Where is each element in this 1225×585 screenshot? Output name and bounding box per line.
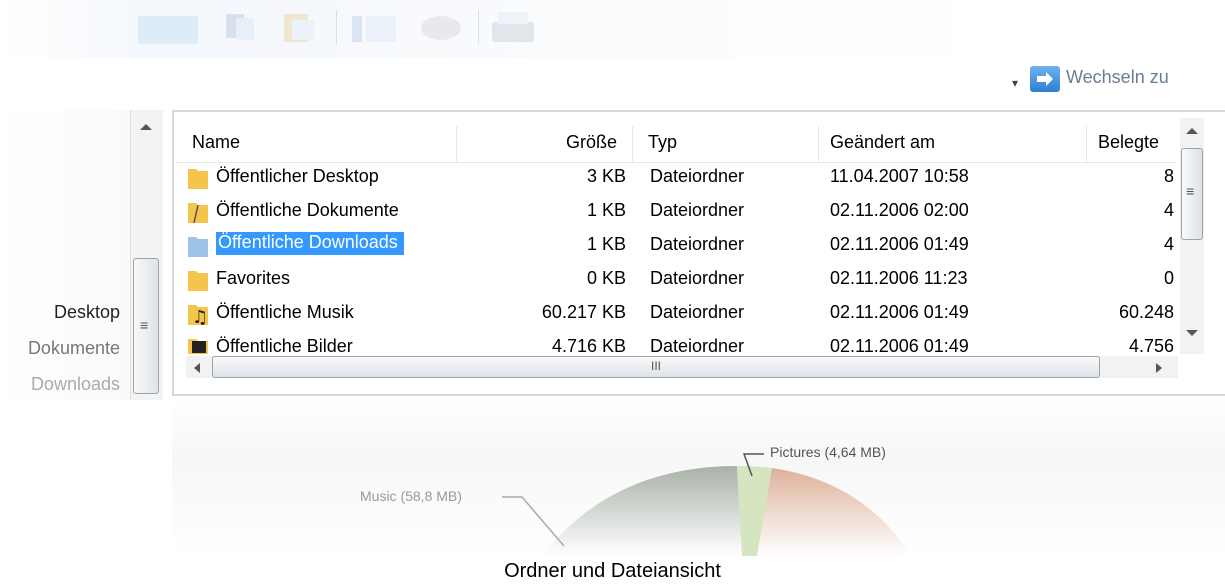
cell-used: 60.248 xyxy=(1118,302,1174,322)
chart-label-music: Music (58,8 MB) xyxy=(360,488,462,504)
cell-name: Öffentlicher Desktop xyxy=(216,166,379,186)
switch-dropdown-arrow[interactable]: ▾ xyxy=(1012,76,1018,90)
cell-name: Öffentliche Downloads xyxy=(216,232,404,255)
file-list: Öffentlicher Desktop 3 KB Dateiordner 11.04… xyxy=(176,162,1176,354)
chart-label-pictures: Pictures (4,64 MB) xyxy=(770,444,886,460)
cell-name: Öffentliche Bilder xyxy=(216,336,353,354)
folder-icon xyxy=(186,267,210,293)
scroll-up-icon[interactable] xyxy=(1182,124,1202,138)
column-header-used[interactable]: Belegte xyxy=(1098,132,1174,153)
print-icon[interactable] xyxy=(488,8,538,44)
cell-modified: 02.11.2006 11:23 xyxy=(830,268,968,288)
cell-name: Öffentliche Musik xyxy=(216,302,354,322)
cell-type: Dateiordner xyxy=(650,166,745,186)
nav-item-documents[interactable]: Dokumente xyxy=(28,338,120,359)
cell-type: Dateiordner xyxy=(650,234,745,254)
list-horizontal-scrollbar-thumb[interactable]: III xyxy=(212,356,1100,378)
table-row[interactable]: ♫ Öffentliche Musik 60.217 KB Dateiordner 02… xyxy=(176,298,1176,330)
cell-size: 0 KB xyxy=(586,268,626,288)
scroll-left-icon[interactable] xyxy=(190,360,204,376)
hthumb-grip: III xyxy=(650,359,661,373)
nav-item-downloads[interactable]: Downloads xyxy=(31,374,120,395)
cell-used: 8 xyxy=(1163,166,1174,186)
cell-used: 4 xyxy=(1163,200,1174,220)
cell-used: 4 xyxy=(1163,234,1174,254)
cell-name: Favorites xyxy=(216,268,291,288)
paste-icon[interactable] xyxy=(278,8,320,44)
music-folder-icon: ♫ xyxy=(186,301,210,328)
table-row[interactable]: Öffentliche Downloads 1 KB Dateiordner 02.1… xyxy=(176,230,1176,262)
documents-folder-icon xyxy=(186,199,210,225)
folder-icon xyxy=(186,165,210,191)
cell-size: 3 KB xyxy=(586,166,626,186)
table-row[interactable]: Favorites 0 KB Dateiordner 02.11.2006 11:23… xyxy=(176,264,1176,296)
caption: Ordner und Dateiansicht xyxy=(504,560,721,582)
cell-modified: 02.11.2006 02:00 xyxy=(830,200,969,220)
nav-thumb-grip: ≡ xyxy=(140,317,149,333)
nav-scroll-up-icon[interactable] xyxy=(136,120,156,134)
vthumb-grip: ≡ xyxy=(1186,183,1195,199)
toolbar xyxy=(0,0,1225,58)
scroll-down-icon[interactable] xyxy=(1182,326,1202,340)
column-header-type[interactable]: Typ xyxy=(648,132,677,153)
column-header-name[interactable]: Name xyxy=(192,132,240,153)
copy-icon[interactable] xyxy=(222,8,262,44)
cell-size: 1 KB xyxy=(586,234,626,254)
column-header-modified[interactable]: Geändert am xyxy=(830,132,935,153)
switch-to-button[interactable]: Wechseln zu xyxy=(1066,67,1169,88)
list-vertical-scrollbar-thumb[interactable]: ≡ xyxy=(1181,148,1203,240)
cell-used: 4.756 xyxy=(1128,336,1174,354)
pie-chart-slices xyxy=(502,453,912,556)
folder-view-icon[interactable] xyxy=(348,8,400,44)
share-icon[interactable] xyxy=(416,8,466,44)
svg-text:♫: ♫ xyxy=(192,307,208,327)
cell-size: 1 KB xyxy=(586,200,626,220)
disk-usage-chart: Pictures (4,64 MB) Music (58,8 MB) xyxy=(172,396,1225,556)
cell-used: 0 xyxy=(1163,268,1174,288)
toolbar-highlight-icon xyxy=(138,16,198,44)
cell-modified: 02.11.2006 01:49 xyxy=(830,234,969,254)
nav-scrollbar-thumb[interactable]: ≡ xyxy=(133,258,159,394)
column-header-size[interactable]: Größe xyxy=(566,132,617,153)
cell-type: Dateiordner xyxy=(650,336,745,354)
other-slice xyxy=(757,468,912,556)
cell-type: Dateiordner xyxy=(650,302,745,322)
cell-type: Dateiordner xyxy=(650,268,745,288)
downloads-folder-icon xyxy=(186,233,210,259)
table-row[interactable]: Öffentliche Dokumente 1 KB Dateiordner 02.1… xyxy=(176,196,1176,228)
nav-item-desktop[interactable]: Desktop xyxy=(54,302,120,323)
column-header-row: Name Größe Typ Geändert am Belegte xyxy=(176,126,1176,163)
cell-modified: 02.11.2006 01:49 xyxy=(830,302,969,322)
cell-size: 60.217 KB xyxy=(541,302,626,322)
pictures-folder-icon xyxy=(186,335,210,354)
cell-modified: 11.04.2007 10:58 xyxy=(830,166,969,186)
arrow-right-icon[interactable] xyxy=(1030,66,1060,92)
cell-size: 4.716 KB xyxy=(551,336,626,354)
table-row[interactable]: Öffentliche Bilder 4.716 KB Dateiordner 02.… xyxy=(176,332,1176,354)
cell-name: Öffentliche Dokumente xyxy=(216,200,399,220)
music-slice xyxy=(542,466,742,556)
cell-type: Dateiordner xyxy=(650,200,745,220)
table-row[interactable]: Öffentlicher Desktop 3 KB Dateiordner 11.04… xyxy=(176,162,1176,194)
scroll-right-icon[interactable] xyxy=(1152,360,1166,376)
cell-modified: 02.11.2006 01:49 xyxy=(830,336,969,354)
